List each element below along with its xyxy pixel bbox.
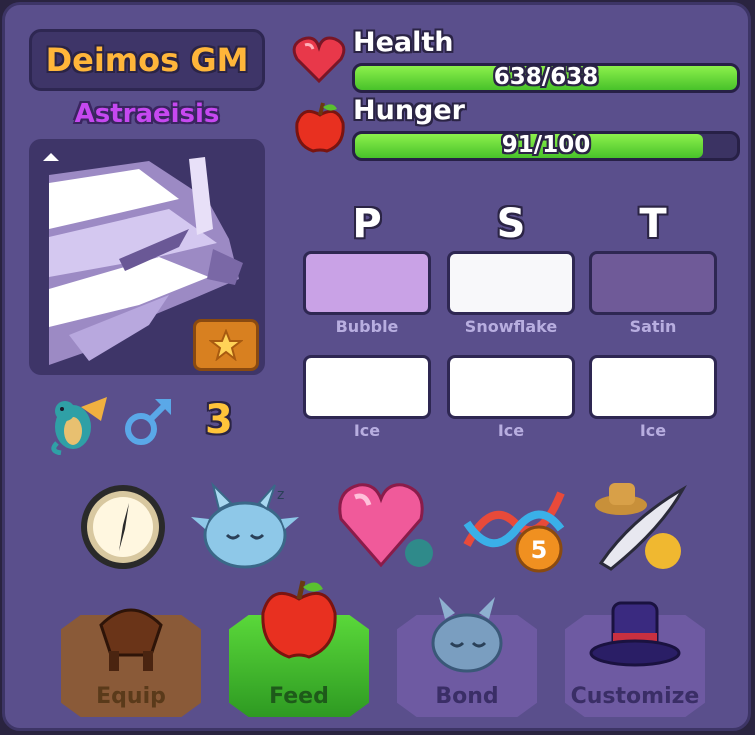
feather-hat-icon [595,483,687,571]
star-icon [209,329,243,361]
trait-name-tertiary: Satin [629,317,677,336]
dragon-type-icon-slot [45,391,115,456]
trait-swatch-primary[interactable] [303,251,431,315]
equip-button[interactable]: Equip [61,608,201,717]
customize-label: Customize [570,684,700,709]
trait-column-s: S [496,201,526,247]
apple-icon [261,580,337,659]
trait-name-secondary: Snowflake [464,317,558,336]
bond-button[interactable]: Bond [397,597,537,717]
trait-swatch-secondary-2[interactable] [447,355,575,419]
pet-level: 3 [205,397,233,443]
trait-swatch-tertiary[interactable] [589,251,717,315]
trait-swatch-tertiary-2[interactable] [589,355,717,419]
health-value: 638/638 [493,64,599,90]
trait-name-primary: Bubble [335,317,399,336]
pet-name-box: Deimos GM [29,29,265,91]
pet-species: Astraeisis [74,99,220,129]
gender-icon-slot [121,391,181,455]
favorite-star-button[interactable] [193,319,259,371]
top-hat-icon [589,601,681,667]
dragon-icon [51,397,107,456]
dna-badge-button[interactable]: 5 [461,479,569,575]
heart-gem-icon [338,483,433,568]
hunger-label: Hunger [353,95,465,126]
feed-label: Feed [269,684,329,709]
sleeping-pet-button[interactable]: z [191,479,301,575]
trait-swatch-primary-2[interactable] [303,355,431,419]
trait-name-secondary-2: Ice [497,421,525,440]
hunger-bar: 91/100 [352,131,740,161]
saddle-icon [99,608,163,671]
feed-button[interactable]: Feed [229,580,369,717]
heart-icon [292,36,346,84]
heart-gem-button[interactable] [333,479,441,575]
pet-info-panel: Deimos GM Astraeisis 3 Health 638/638 Hu… [2,2,751,731]
apple-icon [295,102,345,153]
male-symbol-icon [125,399,171,445]
customize-button[interactable]: Customize [565,601,705,717]
compass-icon [81,485,165,569]
bond-label: Bond [435,684,499,709]
hunger-value: 91/100 [501,132,591,158]
svg-text:z: z [277,487,284,503]
dna-badge-icon: 5 [463,491,565,573]
trait-column-p: P [352,201,382,247]
trait-column-t: T [639,201,667,247]
pet-name: Deimos GM [45,41,249,79]
compass-button[interactable] [75,479,171,575]
health-label: Health [353,27,454,58]
customize-hat-button[interactable] [591,479,691,575]
dna-badge-count: 5 [531,536,548,564]
sleeping-pet-icon [431,597,503,673]
health-bar: 638/638 [352,63,740,93]
trait-name-primary-2: Ice [353,421,381,440]
equip-label: Equip [96,684,166,709]
trait-name-tertiary-2: Ice [639,421,667,440]
trait-swatch-secondary[interactable] [447,251,575,315]
sleeping-pet-icon: z [191,481,299,569]
